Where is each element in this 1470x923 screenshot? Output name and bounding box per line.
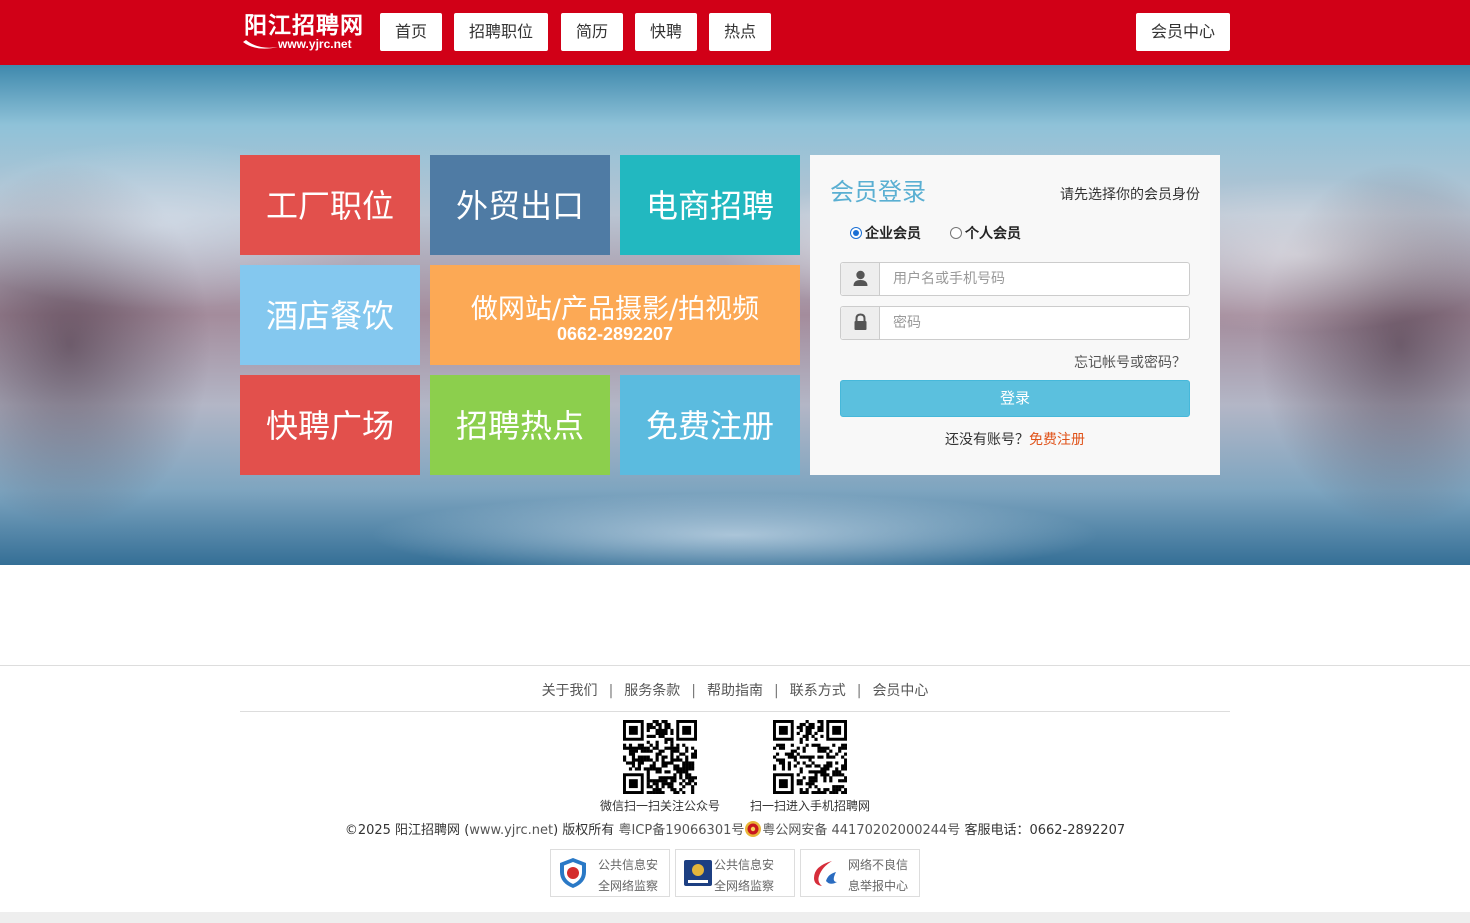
nav-hot[interactable]: 热点: [709, 13, 771, 51]
footer-divider-top: [0, 665, 1470, 666]
register-prompt: 还没有账号？免费注册: [810, 429, 1220, 449]
report-center-icon: [814, 861, 837, 886]
security-badge-1[interactable]: 公共信息安 全网络监察: [550, 849, 670, 897]
tile-ecommerce[interactable]: 电商招聘: [620, 155, 800, 255]
lock-icon: [841, 307, 880, 339]
hero-banner: 工厂职位 外贸出口 电商招聘 酒店餐饮 做网站/产品摄影/拍视频 0662-28…: [0, 65, 1470, 565]
nav-home[interactable]: 首页: [380, 13, 442, 51]
shield-icon: [560, 858, 586, 888]
footer-divider: [240, 711, 1230, 712]
tile-quick-hire-plaza[interactable]: 快聘广场: [240, 375, 420, 475]
mobile-qr-code-icon: [773, 720, 847, 794]
login-role-hint: 请先选择你的会员身份: [1060, 187, 1200, 203]
badge-text: 息举报中心: [848, 879, 909, 893]
site-header: 阳江招聘网 www.yjrc.net 首页 招聘职位 简历 快聘 热点 会员中心: [0, 0, 1470, 65]
wechat-qr-code-icon: [623, 720, 697, 794]
username-input[interactable]: [881, 263, 1189, 295]
tile-label: 电商招聘: [645, 187, 774, 225]
role-personal-option[interactable]: 个人会员: [950, 223, 1021, 243]
register-link[interactable]: 免费注册: [1029, 432, 1085, 448]
role-enterprise-label: 企业会员: [865, 226, 921, 242]
tile-label: 快聘广场: [265, 407, 394, 445]
role-personal-radio[interactable]: [950, 227, 962, 239]
no-account-text: 还没有账号？: [945, 432, 1029, 448]
tile-label: 酒店餐饮: [265, 297, 394, 335]
role-enterprise-option[interactable]: 企业会员: [850, 223, 921, 243]
icp-license-link[interactable]: 粤ICP备19066301号: [618, 823, 744, 838]
nav-resume[interactable]: 简历: [561, 13, 623, 51]
login-panel: 会员登录 请先选择你的会员身份 企业会员 个人会员 用户名或手机号码 忘记帐号或…: [810, 155, 1220, 475]
user-icon: [841, 263, 880, 295]
member-center-button[interactable]: 会员中心: [1136, 13, 1230, 51]
footer-separator: |: [856, 683, 862, 699]
bottom-strip: [0, 912, 1470, 923]
mobile-qr-caption: 扫一扫进入手机招聘网: [750, 799, 871, 813]
footer-separator: |: [608, 683, 614, 699]
tile-label: 招聘热点: [455, 407, 584, 445]
nav-quick-hire[interactable]: 快聘: [635, 13, 697, 51]
role-personal-label: 个人会员: [965, 226, 1021, 242]
tile-factory-jobs[interactable]: 工厂职位: [240, 155, 420, 255]
tile-hiring-hot[interactable]: 招聘热点: [430, 375, 610, 475]
footer-links: 关于我们 | 服务条款 | 帮助指南 | 联系方式 | 会员中心: [240, 680, 1230, 700]
tile-label: 工厂职位: [265, 187, 394, 225]
police-network-icon: [684, 860, 712, 886]
footer-link-member-center[interactable]: 会员中心: [872, 683, 928, 699]
tile-label: 外贸出口: [455, 187, 584, 225]
police-record-link[interactable]: 粤公网安备 44170202000244号: [762, 823, 960, 838]
logo-title: 阳江招聘网: [244, 13, 364, 39]
password-input[interactable]: [881, 307, 1189, 339]
copyright-line: ©2025 阳江招聘网 (www.yjrc.net) 版权所有 粤ICP备190…: [0, 819, 1470, 838]
tile-phone: 0662-2892207: [556, 324, 674, 344]
nav-jobs[interactable]: 招聘职位: [454, 13, 548, 51]
role-enterprise-radio[interactable]: [850, 227, 862, 239]
footer-link-terms[interactable]: 服务条款: [624, 683, 680, 699]
copyright-suffix: ) 版权所有: [553, 823, 615, 838]
forgot-password-link[interactable]: 忘记帐号或密码？: [1074, 352, 1186, 372]
login-button[interactable]: 登录: [840, 380, 1190, 417]
report-center-badge[interactable]: 网络不良信 息举报中心: [800, 849, 920, 897]
footer-separator: |: [691, 683, 696, 699]
tile-free-register[interactable]: 免费注册: [620, 375, 800, 475]
logo-domain: www.yjrc.net: [278, 37, 352, 51]
wechat-qr-caption: 微信扫一扫关注公众号: [600, 799, 721, 813]
footer-link-contact[interactable]: 联系方式: [790, 683, 846, 699]
footer-link-help[interactable]: 帮助指南: [707, 683, 763, 699]
logo-swoosh-icon: [243, 40, 278, 49]
tile-hotel-dining[interactable]: 酒店餐饮: [240, 265, 420, 365]
tile-label: 免费注册: [645, 407, 774, 445]
login-title: 会员登录: [830, 178, 926, 206]
password-field: [840, 306, 1190, 340]
username-field: [840, 262, 1190, 296]
site-logo[interactable]: 阳江招聘网 www.yjrc.net: [242, 12, 367, 54]
service-phone: 客服电话：0662-2892207: [964, 823, 1126, 838]
badge-text: 全网络监察: [598, 879, 659, 893]
police-badge-icon: [745, 821, 762, 837]
tile-web-photo-video[interactable]: 做网站/产品摄影/拍视频 0662-2892207: [430, 265, 800, 365]
footer-link-about[interactable]: 关于我们: [542, 683, 598, 699]
copyright-domain: www.yjrc.net: [469, 823, 554, 838]
badge-text: 网络不良信: [848, 858, 909, 872]
footer-separator: |: [774, 683, 779, 699]
tile-label: 做网站/产品摄影/拍视频: [470, 294, 760, 325]
copyright-prefix: ©2025 阳江招聘网 (: [344, 823, 470, 838]
badge-text: 公共信息安: [714, 858, 775, 872]
tile-foreign-trade[interactable]: 外贸出口: [430, 155, 610, 255]
badge-text: 全网络监察: [714, 879, 775, 893]
security-badge-2[interactable]: 公共信息安 全网络监察: [675, 849, 795, 897]
badge-text: 公共信息安: [598, 858, 659, 872]
